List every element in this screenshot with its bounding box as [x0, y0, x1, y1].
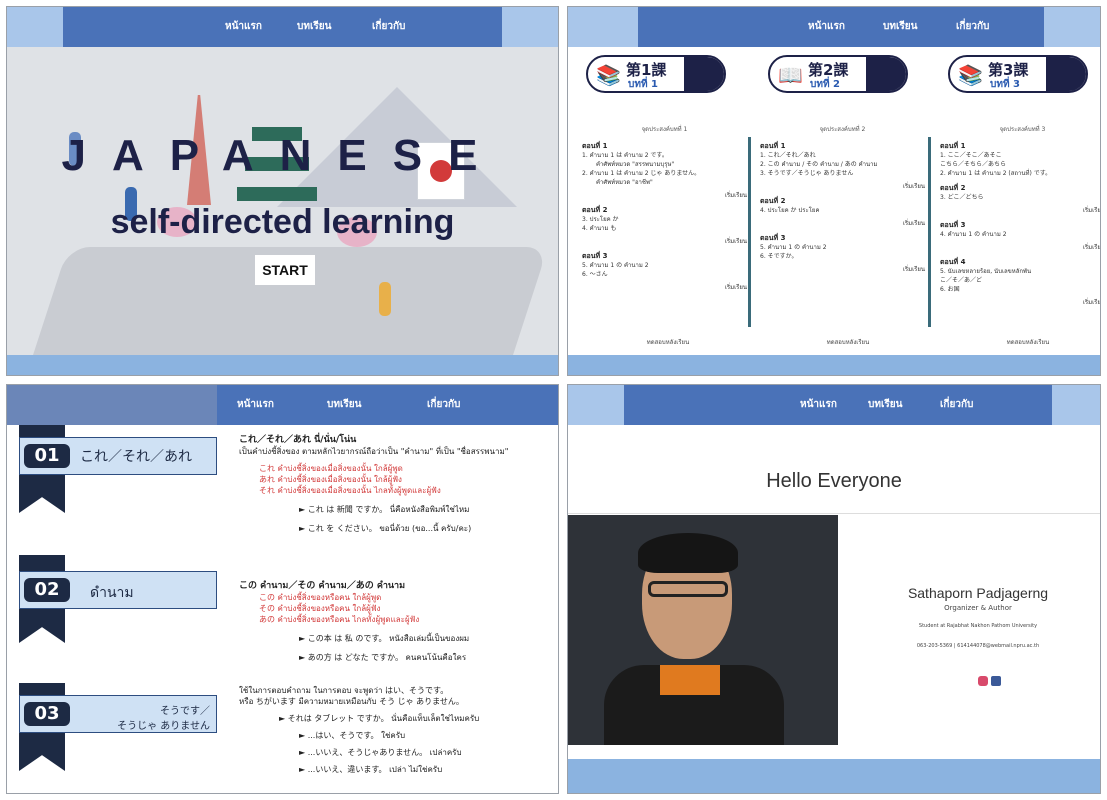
landing-panel: หน้าแรก บทเรียน เกี่ยวกับ JAPANESE self-… [6, 6, 559, 376]
facebook-icon[interactable] [991, 676, 1001, 686]
divider [568, 513, 1100, 514]
start-lesson-link[interactable]: เริ่มเรียน [940, 243, 1100, 252]
topic-03-bar[interactable]: 03 そうです／ そうじゃ ありません [19, 695, 217, 733]
about-panel: หน้าแรก บทเรียน เกี่ยวกับ Hello Everyone… [567, 384, 1101, 794]
hero-illustration [7, 47, 558, 375]
lesson-3-badge[interactable]: 📚 第3課 บทที่ 3 [948, 55, 1088, 93]
section-1-content: これ／それ／あれ นี่/นั่น/โน่น เป็นคำบ่งชี้สิ่งข… [239, 435, 509, 533]
lesson-2-column: จุดประสงค์บทที่ 2 ตอนที่ 1 1. これ／それ／あれ 2… [760, 126, 925, 274]
nav-about[interactable]: เกี่ยวกับ [940, 397, 973, 412]
lesson-1-column: จุดประสงค์บทที่ 1 ตอนที่ 1 1. คำนาม 1 は … [582, 126, 747, 292]
book-icon: 📖 [778, 63, 803, 87]
hero-subtitle: self-directed learning [110, 203, 455, 241]
nav-about[interactable]: เกี่ยวกับ [372, 19, 405, 34]
lessons-panel: หน้าแรก บทเรียน เกี่ยวกับ 📚 第1課 บทที่ 1 … [567, 6, 1101, 376]
nav-lessons[interactable]: บทเรียน [883, 19, 917, 34]
nav-home[interactable]: หน้าแรก [225, 19, 262, 34]
books-icon: 📚 [596, 63, 621, 87]
top-navbar: หน้าแรก บทเรียน เกี่ยวกับ [7, 7, 558, 47]
profile-name: Sathaporn Padjagerng [907, 585, 1049, 601]
profile-photo [568, 515, 838, 745]
column-divider [748, 137, 751, 327]
top-navbar: หน้าแรก บทเรียน เกี่ยวกับ [7, 385, 558, 425]
section-3-content: ใช้ในการตอบคำถาม ในการตอบ จะพูดว่า はい、そう… [239, 686, 480, 774]
profile-school: Student at Rajabhat Nakhon Pathom Univer… [918, 623, 1038, 629]
start-lesson-link[interactable]: เริ่มเรียน [760, 265, 925, 274]
lesson-3-column: จุดประสงค์บทที่ 3 ตอนที่ 1 1. ここ／そこ／あそこ … [940, 125, 1100, 325]
footer-bar [568, 355, 1100, 375]
instagram-icon[interactable] [978, 676, 988, 686]
nav-about[interactable]: เกี่ยวกับ [427, 397, 460, 412]
lesson-1-badge[interactable]: 📚 第1課 บทที่ 1 [586, 55, 726, 93]
mountain-banner [7, 385, 217, 425]
nav-home[interactable]: หน้าแรก [237, 397, 274, 412]
posttest-link[interactable]: ทดสอบหลังเรียน [968, 337, 1088, 347]
start-button[interactable]: START [255, 255, 315, 285]
books-icon: 📚 [958, 63, 983, 87]
lesson-detail-panel: หน้าแรก บทเรียน เกี่ยวกับ 01 これ／それ／あれ 02… [6, 384, 559, 794]
nav-lessons[interactable]: บทเรียน [327, 397, 361, 412]
start-lesson-link[interactable]: เริ่มเรียน [582, 283, 747, 292]
topic-02-bar[interactable]: 02 ดำนาม [19, 571, 217, 609]
profile-role: Organizer & Author [944, 604, 1012, 612]
posttest-link[interactable]: ทดสอบหลังเรียน [608, 337, 728, 347]
column-divider [928, 137, 931, 327]
nav-about[interactable]: เกี่ยวกับ [956, 19, 989, 34]
nav-lessons[interactable]: บทเรียน [868, 397, 902, 412]
footer-bar [568, 759, 1100, 793]
nav-lessons[interactable]: บทเรียน [297, 19, 331, 34]
start-lesson-link[interactable]: เริ่มเรียน [582, 191, 747, 200]
profile-contact: 063-203-5369 | 614144078@webmail.npru.ac… [916, 643, 1040, 649]
posttest-link[interactable]: ทดสอบหลังเรียน [788, 337, 908, 347]
start-lesson-link[interactable]: เริ่มเรียน [940, 206, 1100, 215]
section-2-content: この คำนาม／その คำนาม／あの คำนาม この คำบ่งชี้สิ… [239, 581, 470, 662]
social-links [978, 671, 1001, 690]
lesson-2-badge[interactable]: 📖 第2課 บทที่ 2 [768, 55, 908, 93]
top-navbar: หน้าแรก บทเรียน เกี่ยวกับ [568, 7, 1100, 47]
start-lesson-link[interactable]: เริ่มเรียน [582, 237, 747, 246]
hero-title: JAPANESE [61, 131, 504, 180]
footer-bar [7, 355, 558, 375]
start-lesson-link[interactable]: เริ่มเรียน [760, 219, 925, 228]
start-lesson-link[interactable]: เริ่มเรียน [940, 298, 1100, 307]
nav-home[interactable]: หน้าแรก [808, 19, 845, 34]
top-navbar: หน้าแรก บทเรียน เกี่ยวกับ [568, 385, 1100, 425]
topic-01-bar[interactable]: 01 これ／それ／あれ [19, 437, 217, 475]
start-lesson-link[interactable]: เริ่มเรียน [760, 182, 925, 191]
hello-heading: Hello Everyone [766, 470, 902, 492]
nav-home[interactable]: หน้าแรก [800, 397, 837, 412]
